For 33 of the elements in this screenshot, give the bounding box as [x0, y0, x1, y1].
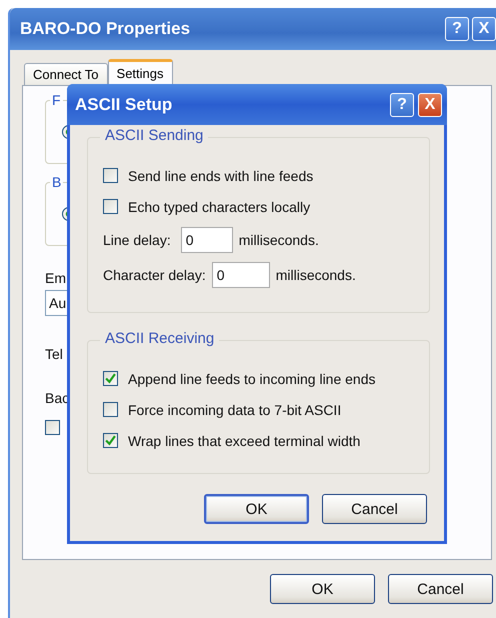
- field-label: Em: [45, 270, 66, 286]
- checkbox[interactable]: [103, 371, 118, 386]
- checkbox-label: Send line ends with line feeds: [128, 168, 314, 184]
- checkbox-label: Wrap lines that exceed terminal width: [128, 432, 360, 448]
- dialog-button[interactable]: Cancel: [322, 494, 427, 524]
- checkbox[interactable]: [103, 402, 118, 417]
- checkbox-label: Force incoming data to 7-bit ASCII: [128, 402, 342, 418]
- dialog-button[interactable]: Cancel: [388, 574, 493, 604]
- checkbox-label: Echo typed characters locally: [128, 198, 310, 214]
- checkbox[interactable]: [103, 199, 118, 214]
- checkbox-label: Append line feeds to incoming line ends: [128, 370, 376, 386]
- tab[interactable]: Connect To: [24, 63, 108, 85]
- checkbox[interactable]: [103, 433, 118, 448]
- group-label: ASCII Sending: [100, 127, 208, 144]
- input-field[interactable]: 0: [212, 262, 270, 288]
- field-label: Bac: [45, 390, 70, 406]
- dialog-button[interactable]: OK: [270, 574, 375, 604]
- group-label: B: [50, 174, 64, 190]
- dialog-title: ASCII Setup: [75, 94, 174, 114]
- window-title: BARO-DO Properties: [20, 19, 192, 39]
- field-label: Tel: [45, 346, 63, 362]
- close-button[interactable]: X: [418, 92, 442, 116]
- tab[interactable]: Settings: [108, 59, 173, 85]
- unit-label: milliseconds.: [276, 266, 356, 282]
- unit-label: milliseconds.: [238, 232, 319, 248]
- field-label: Character delay:: [103, 266, 206, 282]
- field-label: Line delay:: [103, 232, 171, 248]
- checkbox[interactable]: [103, 168, 118, 183]
- dialog-button[interactable]: OK: [204, 494, 309, 524]
- group-label: ASCII Receiving: [100, 330, 220, 347]
- input-field[interactable]: 0: [180, 226, 233, 252]
- checkbox[interactable]: [45, 420, 60, 435]
- group-label: F: [50, 92, 63, 108]
